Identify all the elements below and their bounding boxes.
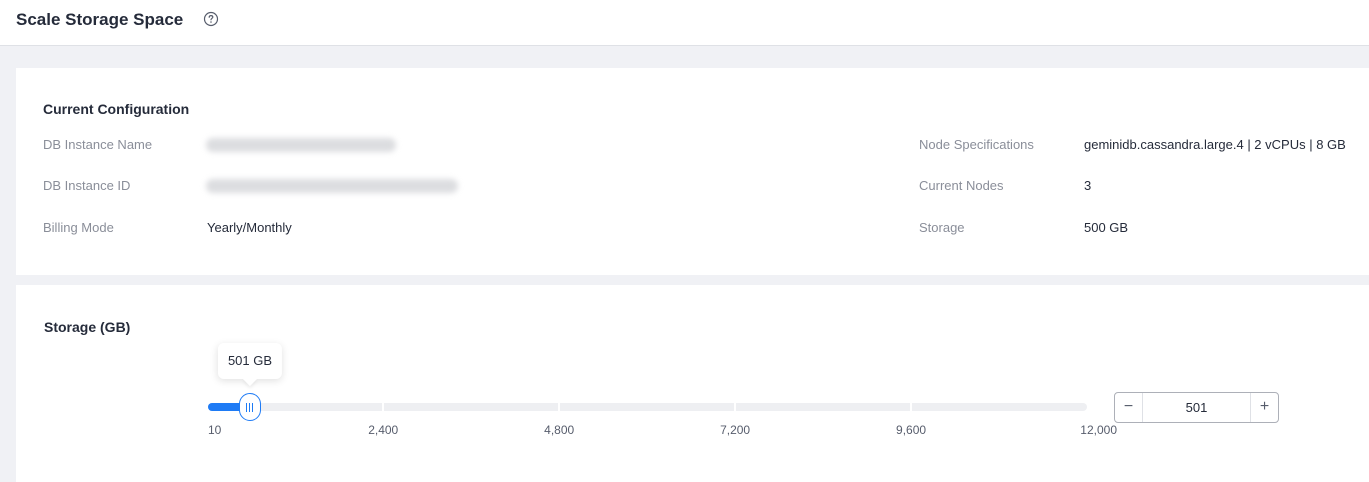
storage-slider-handle[interactable]: [238, 393, 261, 421]
value-current-nodes: 3: [1084, 178, 1092, 193]
db-instance-id-value-redacted: [206, 179, 458, 193]
slider-notch: [734, 403, 737, 411]
slider-tick-label: 7,200: [720, 423, 751, 437]
value-node-specifications: geminidb.cassandra.large.4 | 2 vCPUs | 8…: [1084, 137, 1346, 152]
label-db-instance-name: DB Instance Name: [43, 137, 153, 152]
storage-stepper: − +: [1114, 392, 1279, 423]
grip-line: [249, 402, 251, 412]
label-node-specifications: Node Specifications: [919, 137, 1034, 152]
section-title-current-configuration: Current Configuration: [43, 101, 190, 117]
slider-tick-label: 2,400: [368, 423, 399, 437]
label-billing-mode: Billing Mode: [43, 220, 114, 235]
label-db-instance-id: DB Instance ID: [43, 178, 131, 193]
slider-notch: [382, 403, 385, 411]
current-configuration-card: Current Configuration DB Instance Name D…: [16, 68, 1369, 275]
storage-slider-track[interactable]: [208, 403, 1087, 411]
label-storage: Storage: [919, 220, 965, 235]
page-header: Scale Storage Space: [0, 0, 1369, 46]
storage-input[interactable]: [1143, 393, 1250, 422]
decrement-button[interactable]: −: [1115, 393, 1143, 422]
slider-tick-label: 4,800: [544, 423, 575, 437]
slider-notch: [558, 403, 561, 411]
slider-tick-label: 12,000: [1080, 423, 1117, 437]
grip-line: [246, 402, 248, 412]
value-billing-mode: Yearly/Monthly: [207, 220, 292, 235]
grip-line: [252, 402, 254, 412]
page-title: Scale Storage Space: [16, 10, 184, 29]
increment-button[interactable]: +: [1250, 393, 1278, 422]
section-title-storage: Storage (GB): [44, 319, 131, 335]
slider-notch: [910, 403, 913, 411]
slider-tick-label: 10: [208, 423, 222, 437]
db-instance-name-value-redacted: [206, 138, 396, 152]
label-current-nodes: Current Nodes: [919, 178, 1004, 193]
storage-card: Storage (GB) 501 GB 10 2,400 4,800 7,200 9,6…: [16, 285, 1369, 482]
slider-value-tooltip: 501 GB: [217, 343, 283, 379]
question-circle-icon[interactable]: [203, 11, 219, 27]
slider-tick-label: 9,600: [896, 423, 927, 437]
value-storage: 500 GB: [1084, 220, 1129, 235]
